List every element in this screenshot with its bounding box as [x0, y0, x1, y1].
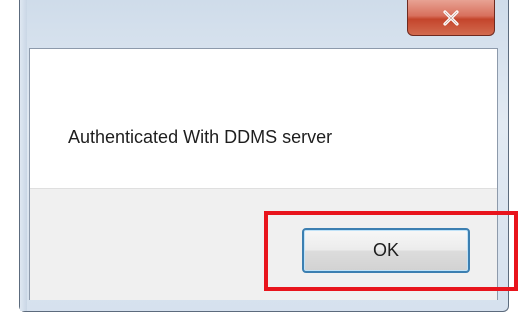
ok-button[interactable]: OK — [302, 228, 470, 273]
close-icon — [443, 9, 459, 26]
message-area: Authenticated With DDMS server — [30, 49, 497, 188]
window-frame-edge — [20, 0, 27, 311]
close-button[interactable] — [407, 0, 495, 36]
dialog-message: Authenticated With DDMS server — [68, 127, 333, 147]
ok-button-label: OK — [372, 240, 399, 260]
